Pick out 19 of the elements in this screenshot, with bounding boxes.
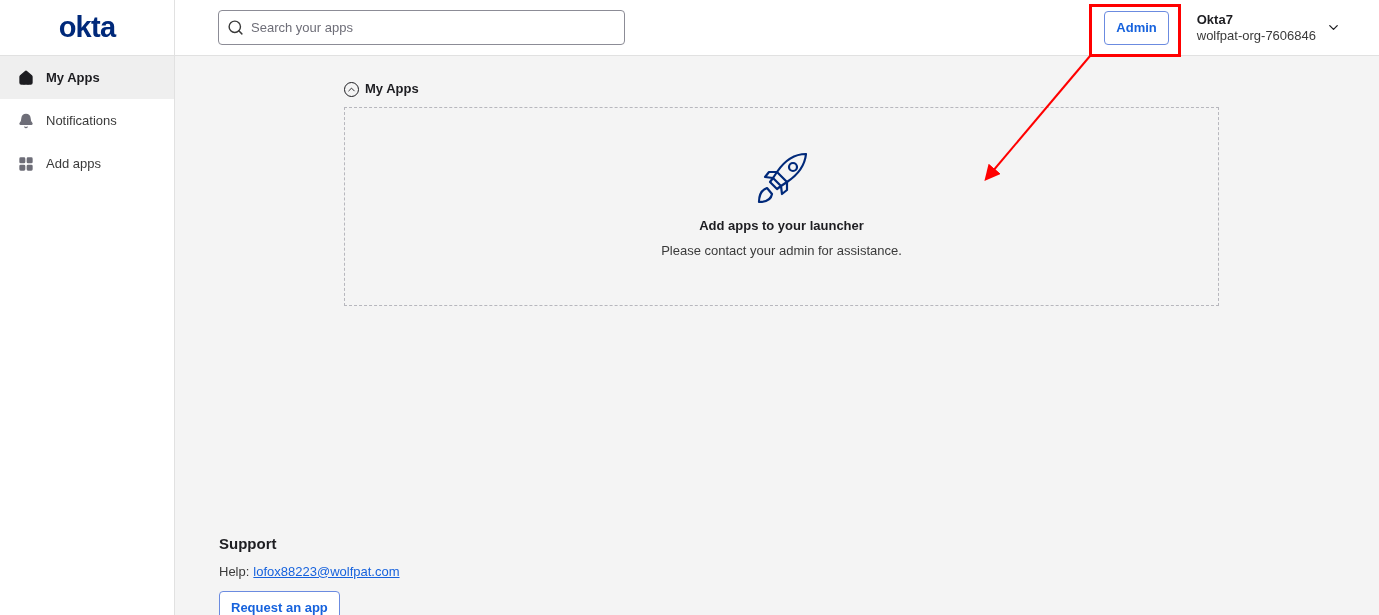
sidebar-item[interactable]: Notifications [0, 99, 174, 142]
org-name: wolfpat-org-7606846 [1196, 27, 1316, 44]
empty-state-text: Please contact your admin for assistance. [661, 241, 902, 260]
sidebar-item[interactable]: Add apps [0, 142, 174, 185]
help-label: Help: [219, 562, 250, 581]
okta-logo: okta [58, 9, 116, 45]
empty-state-title: Add apps to your launcher [699, 217, 864, 235]
search-icon [227, 19, 244, 36]
section-title: My Apps [365, 80, 419, 99]
user-name: Okta7 [1196, 11, 1234, 28]
search-field[interactable]: Search your apps [218, 10, 625, 45]
home-icon [18, 69, 34, 86]
email-link[interactable]: lofox88223@wolfpat.com [253, 561, 400, 581]
support-title: Support [219, 534, 278, 554]
bell-icon [18, 112, 34, 129]
sidebar-item[interactable]: My Apps [0, 56, 174, 99]
request-app-button[interactable]: Request an app [219, 591, 340, 615]
admin-button[interactable]: Admin [1104, 10, 1169, 45]
grid-icon [18, 155, 34, 172]
